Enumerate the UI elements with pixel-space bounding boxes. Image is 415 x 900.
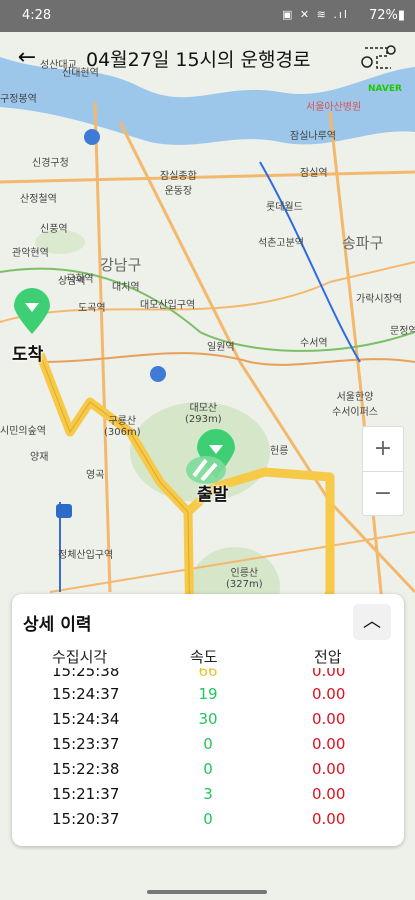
map-label: 산정철역 <box>20 194 57 205</box>
map-label: 송파구 <box>342 234 384 252</box>
row-voltage: 0.00 <box>312 685 346 703</box>
map-label: 일원역 <box>207 342 235 353</box>
row-time: 15:24:37 <box>52 685 120 703</box>
row-time: 15:23:37 <box>52 735 120 753</box>
header: ← 04월27일 15시의 운행경로 <box>0 32 415 84</box>
map-label: 도곡역 <box>78 303 106 314</box>
row-speed: 66 <box>198 668 218 680</box>
status-bar: 4:28 ▣ ✕ ≋ .ıl 72%▮ <box>0 0 415 32</box>
panel-title: 상세 이력 <box>23 615 92 635</box>
row-time: 15:22:38 <box>52 760 120 778</box>
zoom-controls: + − <box>362 426 404 516</box>
row-time: 15:20:37 <box>52 810 120 828</box>
row-voltage: 0.00 <box>312 810 346 828</box>
column-header-speed: 속도 <box>190 648 218 666</box>
map-label: 국회역 <box>66 274 94 285</box>
row-speed: 0 <box>203 760 213 778</box>
map-label: 서울아산병원 <box>306 102 362 113</box>
map-pin-icon <box>14 288 50 334</box>
row-speed: 0 <box>203 810 213 828</box>
back-button[interactable]: ← <box>12 44 42 74</box>
status-time: 4:28 <box>22 8 52 23</box>
route-toggle-button[interactable] <box>357 40 401 86</box>
row-speed: 0 <box>203 735 213 753</box>
row-speed: 19 <box>198 685 218 703</box>
row-voltage: 0.00 <box>312 668 346 680</box>
map-label: 가락시장역 <box>356 294 402 305</box>
page-title: 04월27일 15시의 운행경로 <box>86 49 311 71</box>
table-row: 15:24:34 30 0.00 <box>12 710 404 735</box>
table-row: 15:22:38 0 0.00 <box>12 760 404 785</box>
home-indicator[interactable] <box>147 890 267 894</box>
column-header-voltage: 전압 <box>314 648 342 666</box>
row-time: 15:25:38 <box>52 668 120 680</box>
table-row: 15:20:37 0 0.00 <box>12 810 404 835</box>
zoom-out-button[interactable]: − <box>363 471 403 516</box>
battery-indicator: 72%▮ <box>368 8 405 23</box>
map-label: 잠실역 <box>300 168 328 179</box>
map-label: 잠실종합 운동장 <box>160 171 197 197</box>
history-list[interactable]: 15:25:38 66 0.00 15:24:37 19 0.00 15:24:… <box>12 668 404 838</box>
collapse-button[interactable]: ︿ <box>353 604 391 640</box>
map-label: 영곡 <box>86 470 105 481</box>
map-label: 정체산입구역 <box>58 550 114 561</box>
map-label: 헌릉 <box>270 446 289 457</box>
map-label: 서울한양 수서이퍼스 <box>332 392 378 418</box>
route-icon <box>361 45 396 69</box>
end-label: 도착 <box>12 345 44 365</box>
row-time: 15:21:37 <box>52 785 120 803</box>
map-label: 신경구청 <box>32 158 69 169</box>
row-speed: 30 <box>198 710 218 728</box>
row-voltage: 0.00 <box>312 710 346 728</box>
map-label: 시민의숲역 <box>0 426 46 437</box>
row-time: 15:24:34 <box>52 710 120 728</box>
map-label: 구룡산 (306m) <box>104 416 141 438</box>
map-label: 양재 <box>30 452 49 463</box>
zoom-in-button[interactable]: + <box>363 427 403 471</box>
map-label: 강남구 <box>100 256 142 274</box>
status-icons: ▣ ✕ ≋ .ıl <box>282 8 349 21</box>
map-label: 수서역 <box>300 338 328 349</box>
map-label: 대모산 (293m) <box>185 403 222 425</box>
row-speed: 3 <box>203 785 213 803</box>
map-label: 잠실나루역 <box>290 131 336 142</box>
table-row: 15:24:37 19 0.00 <box>12 685 404 710</box>
map-label: 신풍역 <box>40 224 68 235</box>
map-label: 석촌고분역 <box>258 238 304 249</box>
map-label: 문정역 <box>390 326 415 337</box>
start-label: 출발 <box>197 485 229 505</box>
column-header-time: 수집시각 <box>52 648 108 666</box>
chevron-up-icon: ︿ <box>363 611 381 632</box>
row-voltage: 0.00 <box>312 735 346 753</box>
map-label: 롯데월드 <box>266 202 303 213</box>
row-voltage: 0.00 <box>312 785 346 803</box>
map-label: 대치역 <box>112 282 140 293</box>
table-row: 15:23:37 0 0.00 <box>12 735 404 760</box>
table-row: 15:21:37 3 0.00 <box>12 785 404 810</box>
map-label: 구정봉역 <box>0 94 37 105</box>
detail-history-panel: 상세 이력 ︿ 수집시각 속도 전압 15:25:38 66 0.00 15:2… <box>12 594 404 846</box>
map-label: 인릉산 (327m) <box>226 568 263 590</box>
map-label: 관악현역 <box>12 248 49 259</box>
row-voltage: 0.00 <box>312 760 346 778</box>
map-label: 대모산입구역 <box>140 300 196 311</box>
